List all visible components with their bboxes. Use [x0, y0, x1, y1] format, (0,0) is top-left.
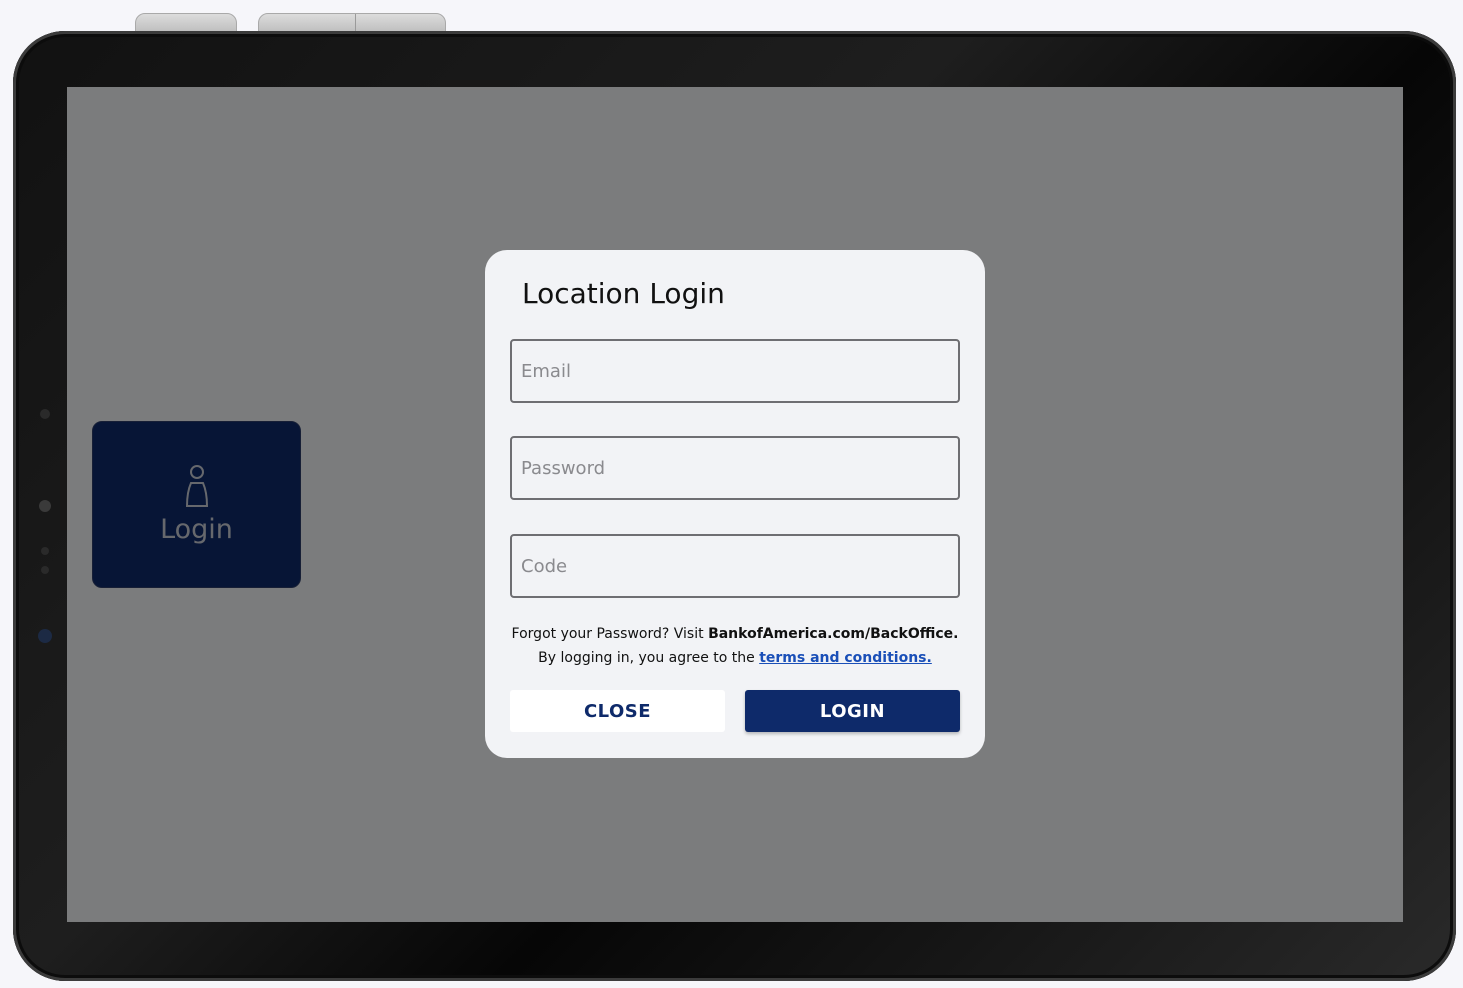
forgot-password-prefix: Forgot your Password? Visit — [511, 626, 709, 642]
light-sensor-icon — [38, 629, 52, 643]
sensor-dot — [40, 409, 50, 419]
close-button[interactable]: CLOSE — [510, 690, 725, 732]
camera-icon — [39, 500, 51, 512]
terms-line: By logging in, you agree to the terms an… — [485, 646, 985, 670]
terms-prefix: By logging in, you agree to the — [538, 650, 760, 666]
dialog-title: Location Login — [522, 277, 725, 310]
sensor-dot — [41, 566, 49, 574]
sensor-dot — [41, 547, 49, 555]
email-field[interactable] — [510, 339, 960, 403]
location-login-dialog: Location Login Forgot your Password? Vis… — [485, 250, 985, 758]
terms-link[interactable]: terms and conditions. — [759, 650, 932, 666]
login-button[interactable]: LOGIN — [745, 690, 960, 732]
password-field[interactable] — [510, 436, 960, 500]
app-screen: Login Location Login Forgot your Passwor… — [67, 87, 1403, 922]
forgot-password-line: Forgot your Password? Visit BankofAmeric… — [485, 622, 985, 646]
code-field[interactable] — [510, 534, 960, 598]
backoffice-url: BankofAmerica.com/BackOffice. — [708, 626, 959, 642]
help-text: Forgot your Password? Visit BankofAmeric… — [485, 622, 985, 670]
